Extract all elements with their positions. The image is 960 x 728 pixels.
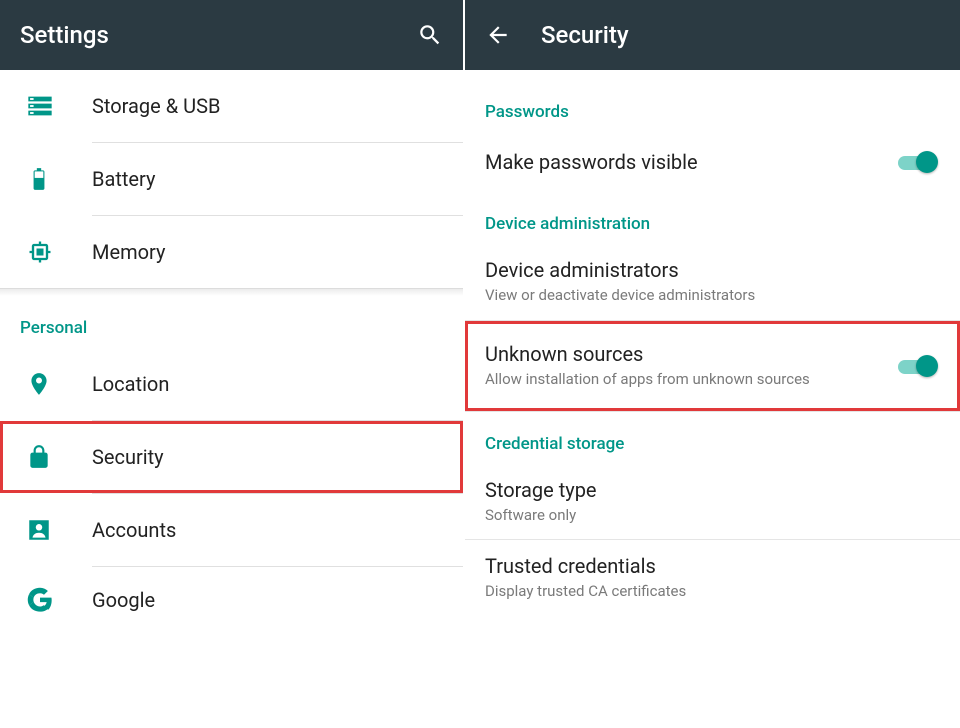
row-sublabel: Display trusted CA certificates [485,582,940,602]
unknown-sources-toggle[interactable] [896,354,940,378]
toggle-thumb [916,355,938,377]
settings-item-storage[interactable]: Storage & USB [0,70,463,142]
make-passwords-visible-row[interactable]: Make passwords visible [465,132,960,192]
toggle-thumb [916,151,938,173]
lock-icon [20,442,92,472]
row-label: Accounts [92,518,443,542]
row-label: Security [92,445,443,469]
make-passwords-visible-toggle[interactable] [896,150,940,174]
battery-icon [20,164,92,194]
row-label: Device administrators [485,258,940,282]
settings-item-location[interactable]: Location [0,348,463,420]
row-sublabel: Software only [485,506,940,526]
account-icon [20,517,92,543]
row-label: Battery [92,167,443,191]
settings-item-memory[interactable]: Memory [0,216,463,288]
security-panel: Security Passwords Make passwords visibl… [465,0,960,728]
settings-item-security[interactable]: Security [0,421,463,493]
back-button[interactable] [485,22,511,48]
row-label: Trusted credentials [485,554,940,578]
row-sublabel: View or deactivate device administrators [485,286,940,306]
credential-storage-header: Credential storage [465,412,960,464]
location-icon [20,369,92,399]
trusted-credentials-row[interactable]: Trusted credentials Display trusted CA c… [465,540,960,616]
row-label: Google [92,588,443,612]
arrow-back-icon [485,22,511,48]
settings-title: Settings [20,21,417,49]
settings-item-accounts[interactable]: Accounts [0,494,463,566]
personal-header: Personal [0,296,463,348]
row-label: Location [92,372,443,396]
storage-type-row[interactable]: Storage type Software only [465,464,960,540]
row-label: Storage & USB [92,94,443,118]
row-label: Storage type [485,478,940,502]
storage-icon [20,92,92,120]
section-separator [0,288,463,296]
settings-item-battery[interactable]: Battery [0,143,463,215]
row-label: Unknown sources [485,342,896,366]
settings-item-google[interactable]: Google [0,567,463,619]
settings-panel: Settings Storage & USB Battery Memory Pe… [0,0,465,728]
memory-icon [20,238,92,266]
unknown-sources-row[interactable]: Unknown sources Allow installation of ap… [465,321,960,411]
row-label: Memory [92,240,443,264]
security-title: Security [541,21,940,49]
device-admin-header: Device administration [465,192,960,244]
security-appbar: Security [465,0,960,70]
passwords-header: Passwords [465,80,960,132]
google-icon [20,586,92,614]
search-icon [417,22,443,48]
row-label: Make passwords visible [485,150,896,174]
settings-appbar: Settings [0,0,463,70]
row-sublabel: Allow installation of apps from unknown … [485,370,896,390]
search-button[interactable] [417,22,443,48]
device-administrators-row[interactable]: Device administrators View or deactivate… [465,244,960,320]
